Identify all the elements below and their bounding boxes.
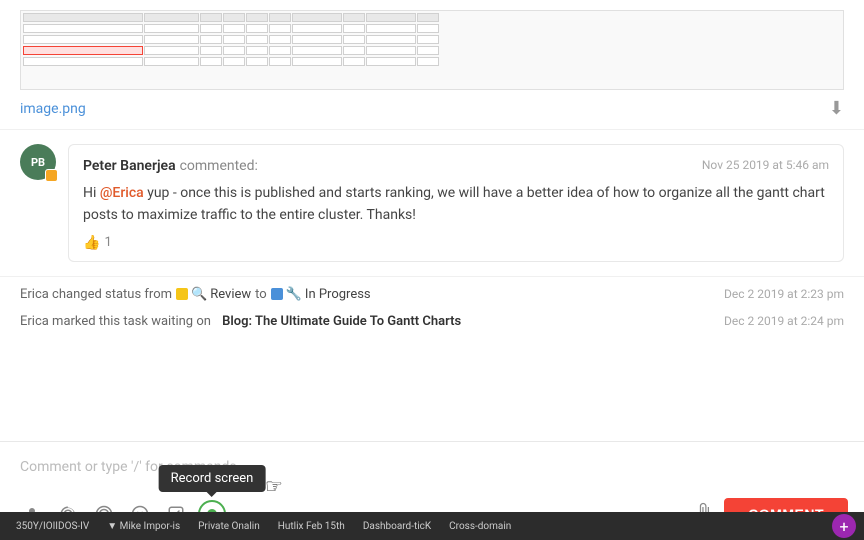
taskbar-item-4[interactable]: Dashboard-ticK bbox=[355, 519, 439, 534]
status-to: 🔧 In Progress bbox=[271, 287, 371, 302]
activity-section: Erica changed status from 🔍 Review to 🔧 … bbox=[0, 277, 864, 339]
comment-text-before: Hi bbox=[83, 185, 100, 201]
image-name[interactable]: image.png bbox=[20, 101, 86, 117]
mention[interactable]: @Erica bbox=[100, 185, 144, 201]
taskbar-item-1[interactable]: ▼ Mike Impor-is bbox=[99, 519, 188, 534]
commented-label: commented: bbox=[180, 158, 258, 174]
activity1-before: Erica changed status from bbox=[20, 287, 172, 302]
avatar: PB bbox=[20, 144, 56, 180]
activity2-date: Dec 2 2019 at 2:24 pm bbox=[724, 314, 844, 328]
main-container: image.png ⬇ PB Peter Banerjea commented:… bbox=[0, 0, 864, 540]
like-icon[interactable]: 👍 bbox=[83, 235, 100, 251]
comment-text-after: yup - once this is published and starts … bbox=[83, 185, 825, 223]
like-count: 1 bbox=[104, 235, 111, 250]
image-section: image.png ⬇ bbox=[0, 0, 864, 130]
activity1-arrow: to bbox=[255, 287, 267, 302]
comment-date: Nov 25 2019 at 5:46 am bbox=[702, 158, 829, 172]
download-icon[interactable]: ⬇ bbox=[829, 98, 844, 119]
activity-row-2: Erica marked this task waiting on Blog: … bbox=[20, 308, 844, 335]
comment-header: Peter Banerjea commented: Nov 25 2019 at… bbox=[83, 155, 829, 174]
activity-text-2: Erica marked this task waiting on Blog: … bbox=[20, 314, 461, 329]
taskbar-item-3[interactable]: Hutlix Feb 15th bbox=[270, 519, 353, 534]
comment-body: Peter Banerjea commented: Nov 25 2019 at… bbox=[68, 144, 844, 262]
like-section: 👍 1 bbox=[83, 235, 829, 251]
activity1-date: Dec 2 2019 at 2:23 pm bbox=[724, 287, 844, 301]
screen-record-tooltip: Record screen bbox=[159, 465, 266, 492]
taskbar: 350Y/IOIIDOS-IV ▼ Mike Impor-is Private … bbox=[0, 512, 864, 540]
activity2-link[interactable]: Blog: The Ultimate Guide To Gantt Charts bbox=[222, 314, 461, 329]
activity1-from-label: Review bbox=[210, 287, 251, 302]
activity-text-1: Erica changed status from 🔍 Review to 🔧 … bbox=[20, 287, 371, 302]
activity-row-1: Erica changed status from 🔍 Review to 🔧 … bbox=[20, 281, 844, 308]
comment-text: Hi @Erica yup - once this is published a… bbox=[83, 182, 829, 227]
commenter-name: Peter Banerjea bbox=[83, 158, 176, 174]
taskbar-item-0[interactable]: 350Y/IOIIDOS-IV bbox=[8, 519, 97, 534]
taskbar-item-2[interactable]: Private Onalin bbox=[190, 519, 268, 534]
avatar-badge bbox=[45, 169, 58, 182]
comment-section: PB Peter Banerjea commented: Nov 25 2019… bbox=[0, 130, 864, 277]
image-footer: image.png ⬇ bbox=[20, 98, 844, 119]
activity2-text: Erica marked this task waiting on bbox=[20, 314, 211, 329]
status-from: 🔍 Review bbox=[176, 287, 251, 302]
taskbar-plus-button[interactable]: + bbox=[832, 514, 856, 538]
comment-input-field[interactable]: Comment or type '/' for commands bbox=[0, 442, 864, 492]
taskbar-item-5[interactable]: Cross-domain bbox=[441, 519, 519, 534]
activity1-to-label: In Progress bbox=[305, 287, 371, 302]
spreadsheet-preview bbox=[20, 10, 844, 90]
